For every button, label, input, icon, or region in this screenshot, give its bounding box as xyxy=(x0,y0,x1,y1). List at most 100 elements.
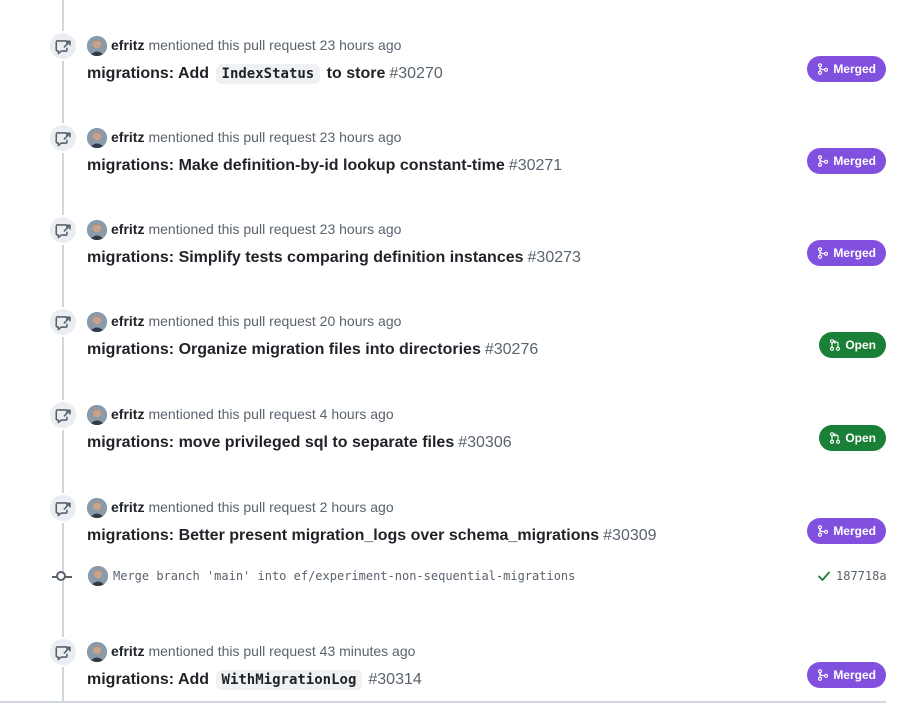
timeline-event: efritz mentioned this pull request 20 hou… xyxy=(0,307,918,390)
pr-state-label: Merged xyxy=(833,668,876,682)
author-link[interactable]: efritz xyxy=(111,406,144,422)
event-meta: efritz mentioned this pull request 4 hour… xyxy=(111,406,394,422)
avatar[interactable] xyxy=(87,312,107,332)
git-merge-icon xyxy=(817,247,829,259)
pr-title-text: migrations: move privileged sql to separ… xyxy=(87,434,455,451)
git-pull-request-icon xyxy=(829,339,841,351)
git-pull-request-icon xyxy=(829,432,841,444)
pr-title-link[interactable]: migrations: Add WithMigrationLog #30314 xyxy=(87,670,422,690)
author-link[interactable]: efritz xyxy=(111,37,144,53)
pr-number: #30270 xyxy=(389,65,443,82)
event-action: mentioned this pull request xyxy=(148,499,316,515)
commit-message-link[interactable]: Merge branch 'main' into ef/experiment-n… xyxy=(113,569,575,583)
timeline-event: efritz mentioned this pull request 23 hou… xyxy=(0,123,918,206)
author-link[interactable]: efritz xyxy=(111,221,144,237)
pr-state-label: Merged xyxy=(833,62,876,76)
event-time[interactable]: 23 hours ago xyxy=(320,37,402,53)
avatar[interactable] xyxy=(87,128,107,148)
event-action: mentioned this pull request xyxy=(148,129,316,145)
pr-number: #30309 xyxy=(603,527,657,544)
pr-state-label: Merged xyxy=(833,524,876,538)
cross-reference-icon xyxy=(48,637,78,667)
pr-title-link[interactable]: migrations: Organize migration files int… xyxy=(87,341,538,359)
event-time[interactable]: 23 hours ago xyxy=(320,129,402,145)
pr-number: #30314 xyxy=(368,671,422,688)
pr-state-badge: Merged xyxy=(807,56,886,82)
event-meta: efritz mentioned this pull request 23 hou… xyxy=(111,221,401,237)
git-merge-icon xyxy=(817,63,829,75)
commit-row: Merge branch 'main' into ef/experiment-n… xyxy=(0,566,918,588)
avatar[interactable] xyxy=(87,36,107,56)
pr-number: #30273 xyxy=(527,249,581,266)
pr-title-code: WithMigrationLog xyxy=(215,670,363,690)
pr-state-label: Merged xyxy=(833,154,876,168)
pr-title-text: migrations: Simplify tests comparing def… xyxy=(87,249,524,266)
author-link[interactable]: efritz xyxy=(111,643,144,659)
pr-title-text: to store xyxy=(322,65,386,82)
event-action: mentioned this pull request xyxy=(148,406,316,422)
timeline-event: efritz mentioned this pull request 43 min… xyxy=(0,637,918,720)
event-meta: efritz mentioned this pull request 23 hou… xyxy=(111,37,401,53)
pr-title-text: migrations: Add xyxy=(87,671,214,688)
event-meta: efritz mentioned this pull request 43 min… xyxy=(111,643,415,659)
avatar[interactable] xyxy=(88,566,108,586)
pr-state-label: Open xyxy=(845,338,876,352)
event-time[interactable]: 2 hours ago xyxy=(320,499,394,515)
pr-title-text: migrations: Add xyxy=(87,65,214,82)
avatar[interactable] xyxy=(87,220,107,240)
pr-number: #30276 xyxy=(484,341,539,358)
divider xyxy=(0,701,886,703)
event-time[interactable]: 20 hours ago xyxy=(320,313,402,329)
git-commit-icon xyxy=(56,571,66,581)
pr-title-text: migrations: Better present migration_log… xyxy=(87,527,600,544)
cross-reference-icon xyxy=(48,123,78,153)
pr-state-badge: Open xyxy=(819,425,886,451)
pr-title-link[interactable]: migrations: Simplify tests comparing def… xyxy=(87,249,581,267)
event-time[interactable]: 43 minutes ago xyxy=(320,643,416,659)
timeline-event: efritz mentioned this pull request 4 hour… xyxy=(0,400,918,483)
event-meta: efritz mentioned this pull request 2 hour… xyxy=(111,499,394,515)
pr-number: #30306 xyxy=(458,434,512,451)
event-time[interactable]: 23 hours ago xyxy=(320,221,402,237)
git-merge-icon xyxy=(817,669,829,681)
cross-reference-icon xyxy=(48,31,78,61)
event-action: mentioned this pull request xyxy=(148,37,316,53)
timeline-event: efritz mentioned this pull request 23 hou… xyxy=(0,31,918,114)
pr-title-link[interactable]: migrations: Make definition-by-id lookup… xyxy=(87,157,562,175)
avatar[interactable] xyxy=(87,498,107,518)
pr-title-link[interactable]: migrations: Add IndexStatus to store #302… xyxy=(87,64,443,84)
author-link[interactable]: efritz xyxy=(111,313,144,329)
cross-reference-icon xyxy=(48,493,78,523)
event-meta: efritz mentioned this pull request 20 hou… xyxy=(111,313,401,329)
event-action: mentioned this pull request xyxy=(148,221,316,237)
pr-title-link[interactable]: migrations: Better present migration_log… xyxy=(87,527,657,545)
timeline-event: efritz mentioned this pull request 23 hou… xyxy=(0,215,918,298)
commit-sha-link[interactable]: 187718a xyxy=(836,569,887,583)
cross-reference-icon xyxy=(48,215,78,245)
pr-state-badge: Merged xyxy=(807,518,886,544)
git-merge-icon xyxy=(817,525,829,537)
cross-reference-icon xyxy=(48,307,78,337)
pr-state-label: Merged xyxy=(833,246,876,260)
pr-number: #30271 xyxy=(508,157,563,174)
pr-state-label: Open xyxy=(845,431,876,445)
pr-title-link[interactable]: migrations: move privileged sql to separ… xyxy=(87,434,512,452)
pr-state-badge: Merged xyxy=(807,148,886,174)
pr-title-code: IndexStatus xyxy=(215,64,321,84)
pr-title-text: migrations: Make definition-by-id lookup… xyxy=(87,157,505,174)
check-icon[interactable] xyxy=(816,568,832,584)
event-action: mentioned this pull request xyxy=(148,643,316,659)
event-time[interactable]: 4 hours ago xyxy=(320,406,394,422)
pr-state-badge: Merged xyxy=(807,662,886,688)
pr-state-badge: Open xyxy=(819,332,886,358)
avatar[interactable] xyxy=(87,642,107,662)
author-link[interactable]: efritz xyxy=(111,129,144,145)
event-meta: efritz mentioned this pull request 23 hou… xyxy=(111,129,401,145)
event-action: mentioned this pull request xyxy=(148,313,316,329)
pr-title-text: migrations: Organize migration files int… xyxy=(87,341,481,358)
cross-reference-icon xyxy=(48,400,78,430)
pr-state-badge: Merged xyxy=(807,240,886,266)
avatar[interactable] xyxy=(87,405,107,425)
author-link[interactable]: efritz xyxy=(111,499,144,515)
git-merge-icon xyxy=(817,155,829,167)
